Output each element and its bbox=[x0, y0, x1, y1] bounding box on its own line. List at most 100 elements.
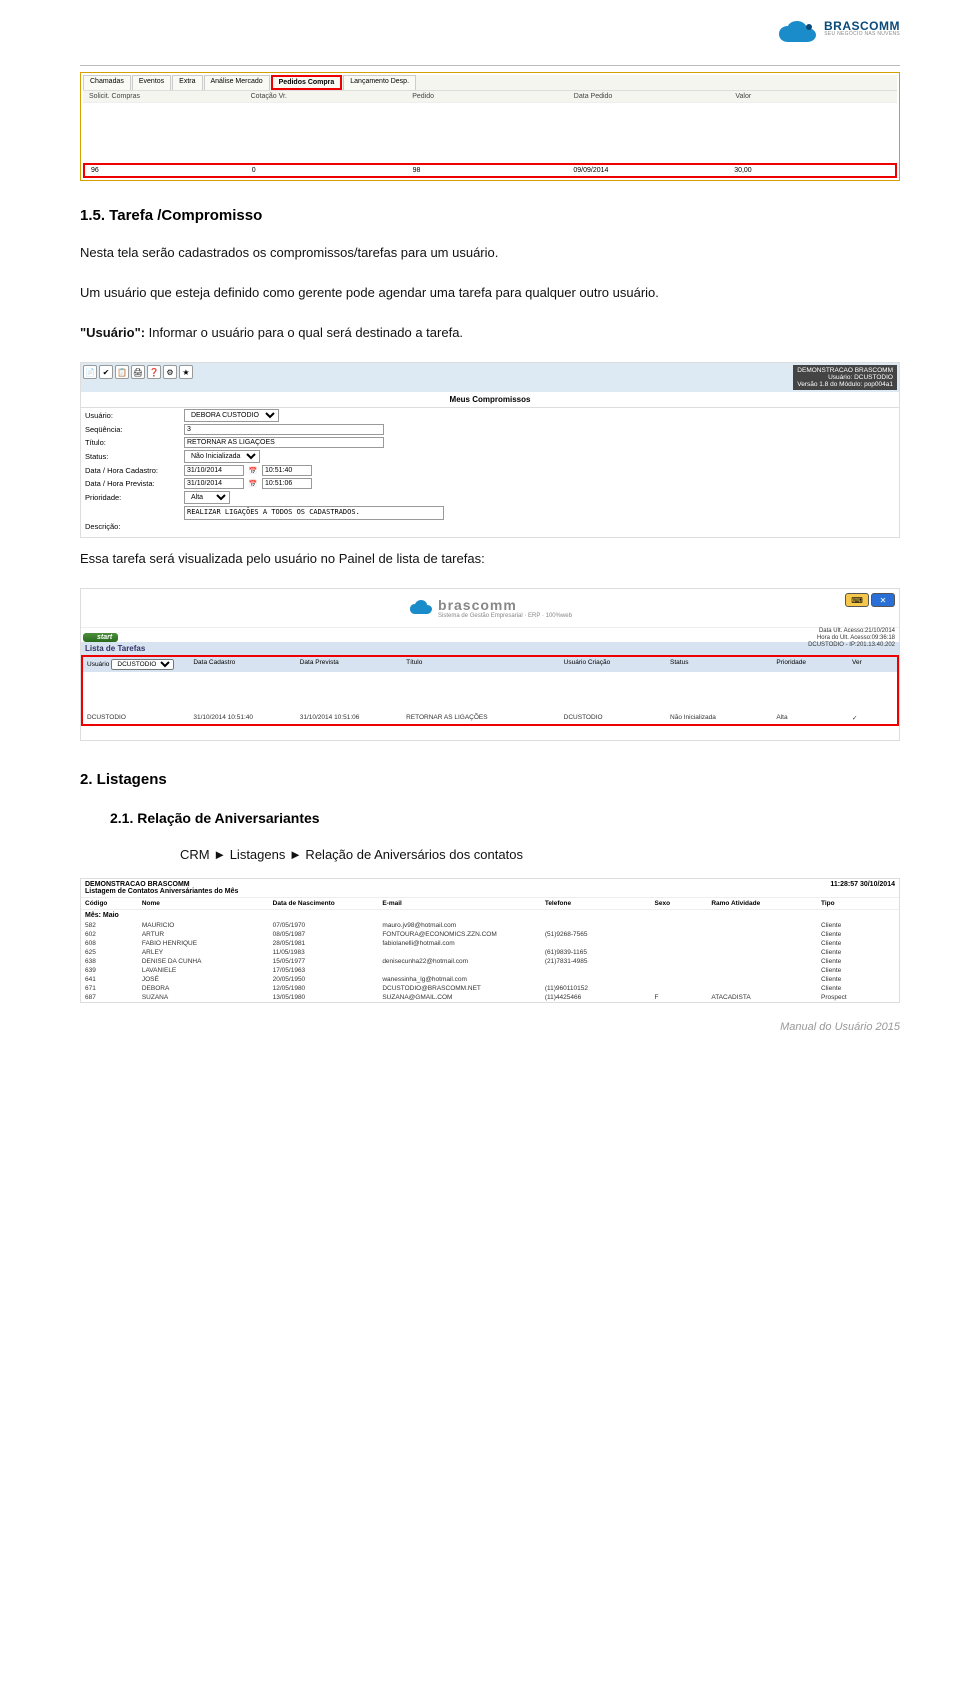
list-corp: DEMONSTRACAO BRASCOMM bbox=[85, 881, 238, 888]
cell: ✓ bbox=[852, 714, 893, 722]
module-version: Versão 1.8 do Módulo: pop004a1 bbox=[797, 381, 893, 388]
lbl-desc: Descrição: bbox=[85, 522, 180, 531]
list-row: 608FABIO HENRIQUE28/05/1981fabiolanelli@… bbox=[81, 939, 899, 948]
grid-data-row-highlighted: 9609809/09/201430,00 bbox=[83, 163, 897, 178]
section-2-1-title: 2.1. Relação de Aniversariantes bbox=[110, 810, 900, 826]
header-logo-area: BRASCOMM SEU NEGÓCIO NAS NUVENS bbox=[80, 20, 900, 51]
cell: 608 bbox=[85, 940, 138, 947]
toolbar-btn-4[interactable]: 🖨 bbox=[131, 365, 145, 379]
cloud-icon bbox=[408, 595, 434, 621]
cell: RETORNAR AS LIGAÇÕES bbox=[406, 714, 560, 722]
sel-prio[interactable]: Alta bbox=[184, 491, 230, 504]
cell: Cliente bbox=[821, 940, 895, 947]
inp-titulo[interactable] bbox=[184, 437, 384, 448]
cell: 31/10/2014 10:51:40 bbox=[193, 714, 295, 722]
inp-prev-date[interactable] bbox=[184, 478, 244, 489]
screenshot-lista-tarefas: brascomm Sistema de Gestão Empresarial ·… bbox=[80, 588, 900, 741]
cell: Prospect bbox=[821, 994, 895, 1001]
lbl-seq: Seqüência: bbox=[85, 425, 180, 434]
toolbar-btn-6[interactable]: ⚙ bbox=[163, 365, 177, 379]
inp-seq[interactable] bbox=[184, 424, 384, 435]
col-header: Data Prevista bbox=[300, 659, 402, 670]
tab-eventos[interactable]: Eventos bbox=[132, 75, 171, 90]
inp-cad-date[interactable] bbox=[184, 465, 244, 476]
cell bbox=[382, 967, 541, 974]
list-row: 602ARTUR08/05/1987FONTOURA@ECONOMICS.ZZN… bbox=[81, 930, 899, 939]
cell bbox=[711, 976, 817, 983]
meta-ip: DCUSTODIO - IP:201.13.40.202 bbox=[808, 642, 895, 649]
calendar-icon[interactable]: 📅 bbox=[248, 466, 258, 476]
screenshot-aniversariantes: DEMONSTRACAO BRASCOMM Listagem de Contat… bbox=[80, 878, 900, 1003]
col-header: Telefone bbox=[545, 900, 651, 907]
toolbar-btn-5[interactable]: ❓ bbox=[147, 365, 161, 379]
inp-cad-time[interactable] bbox=[262, 465, 312, 476]
cell: Cliente bbox=[821, 958, 895, 965]
usuario-field-rest: Informar o usuário para o qual será dest… bbox=[145, 325, 463, 340]
col-header: Tipo bbox=[821, 900, 895, 907]
cell: SUZANA@GMAIL.COM bbox=[382, 994, 541, 1001]
cell: F bbox=[655, 994, 708, 1001]
cell bbox=[545, 940, 651, 947]
cell: 11/05/1983 bbox=[273, 949, 379, 956]
cell bbox=[711, 940, 817, 947]
cell: DCUSTODIO@BRASCOMM.NET bbox=[382, 985, 541, 992]
cell: 96 bbox=[91, 167, 246, 174]
toolbar-btn-7[interactable]: ★ bbox=[179, 365, 193, 379]
tab-pedidos-compra[interactable]: Pedidos Compra bbox=[271, 75, 343, 90]
col-header: Ramo Atividade bbox=[711, 900, 817, 907]
sel-usuario-filter[interactable]: DCUSTODIO bbox=[111, 659, 174, 670]
toolbar-btn-2[interactable]: ✔ bbox=[99, 365, 113, 379]
usuario-field-label: "Usuário": bbox=[80, 325, 145, 340]
cell: Não Inicializada bbox=[670, 714, 772, 722]
tab-an-lise-mercado[interactable]: Análise Mercado bbox=[204, 75, 270, 90]
lbl: Usuário bbox=[87, 661, 109, 668]
cell: (21)7831-4985 bbox=[545, 958, 651, 965]
toolbar-btn-1[interactable]: 📄 bbox=[83, 365, 97, 379]
cell: 641 bbox=[85, 976, 138, 983]
user-info-box: DEMONSTRACAO BRASCOMM Usuário: DCUSTODIO… bbox=[793, 365, 897, 390]
cell: 09/09/2014 bbox=[573, 167, 728, 174]
cell: Cliente bbox=[821, 922, 895, 929]
lbl-titulo: Título: bbox=[85, 438, 180, 447]
cell: MAURICIO bbox=[142, 922, 269, 929]
tab-extra[interactable]: Extra bbox=[172, 75, 202, 90]
cell: 28/05/1981 bbox=[273, 940, 379, 947]
list-row: 625ARLEY11/05/1983(61)9839-1165Cliente bbox=[81, 948, 899, 957]
cell: 625 bbox=[85, 949, 138, 956]
section-2-title: 2. Listagens bbox=[80, 771, 900, 788]
start-button[interactable]: start bbox=[83, 633, 118, 642]
sel-usuario[interactable]: DEBORA CUSTODIO bbox=[184, 409, 279, 422]
corp-name: DEMONSTRACAO BRASCOMM bbox=[797, 367, 893, 374]
col-header: Prioridade bbox=[776, 659, 848, 670]
cell: denisecunha22@hotmail.com bbox=[382, 958, 541, 965]
toolbar-icons: 📄 ✔ 📋 🖨 ❓ ⚙ ★ bbox=[83, 365, 193, 390]
cell: 639 bbox=[85, 967, 138, 974]
inp-prev-time[interactable] bbox=[262, 478, 312, 489]
cell: wanessinha_lg@hotmail.com bbox=[382, 976, 541, 983]
tab-chamadas[interactable]: Chamadas bbox=[83, 75, 131, 90]
close-icon[interactable]: ✕ bbox=[871, 593, 895, 607]
cell: 671 bbox=[85, 985, 138, 992]
filter-usuario: Usuário DCUSTODIO bbox=[87, 659, 189, 670]
session-meta: Data Ult. Acesso:21/10/2014 Hora do Ult.… bbox=[808, 628, 895, 648]
page-footer: Manual do Usuário 2015 bbox=[80, 1021, 900, 1033]
cell bbox=[545, 976, 651, 983]
cell: Cliente bbox=[821, 976, 895, 983]
cell: 0 bbox=[252, 167, 407, 174]
screenshot-pedidos-compra: ChamadasEventosExtraAnálise MercadoPedid… bbox=[80, 72, 900, 181]
toolbar-btn-3[interactable]: 📋 bbox=[115, 365, 129, 379]
txt-desc-inline[interactable]: REALIZAR LIGAÇÕES A TODOS OS CADASTRADOS… bbox=[184, 506, 444, 520]
meta-last-time: Hora do Ult. Acesso:09:36:18 bbox=[808, 635, 895, 642]
sel-status[interactable]: Não Inicializada bbox=[184, 450, 260, 463]
cell bbox=[655, 985, 708, 992]
keyboard-icon[interactable]: ⌨ bbox=[845, 593, 869, 607]
tab-lan-amento-desp-[interactable]: Lançamento Desp. bbox=[343, 75, 416, 90]
cell: 12/05/1980 bbox=[273, 985, 379, 992]
meta-last-date: Data Ult. Acesso:21/10/2014 bbox=[808, 628, 895, 635]
cell: (61)9839-1165 bbox=[545, 949, 651, 956]
calendar-icon[interactable]: 📅 bbox=[248, 479, 258, 489]
cell bbox=[655, 949, 708, 956]
panel-logo: brascomm Sistema de Gestão Empresarial ·… bbox=[408, 595, 572, 621]
col-header: Usuário Criação bbox=[564, 659, 666, 670]
form-title: Meus Compromissos bbox=[81, 392, 899, 408]
